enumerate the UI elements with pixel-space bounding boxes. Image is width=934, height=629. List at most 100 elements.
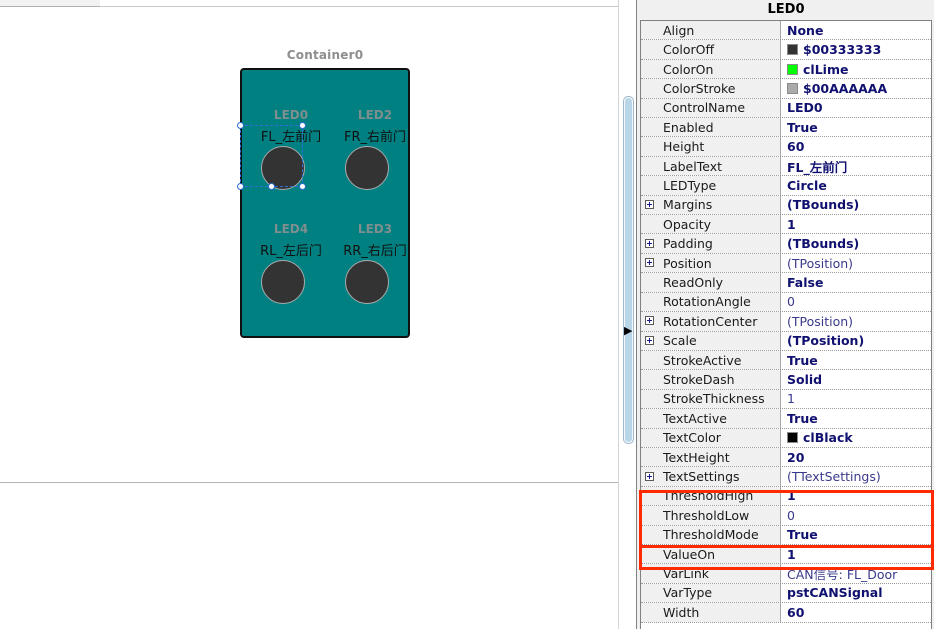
property-value-cell[interactable]: (TPosition) bbox=[781, 312, 931, 331]
property-row-coloron[interactable]: ColorOn clLime bbox=[641, 59, 931, 80]
property-value-cell[interactable]: 60 bbox=[781, 137, 931, 156]
property-value-cell[interactable]: 1 bbox=[781, 389, 931, 409]
property-value-cell[interactable]: clBlack bbox=[781, 428, 931, 447]
property-row-thresholdlow[interactable]: ThresholdLow 0 bbox=[641, 506, 931, 526]
expand-plus-icon[interactable] bbox=[645, 471, 654, 481]
property-name-label: TextSettings bbox=[663, 469, 740, 485]
led4-bulb-icon[interactable] bbox=[261, 260, 305, 304]
property-row-valueon[interactable]: ValueOn 1 bbox=[641, 544, 931, 565]
collapse-arrow-icon[interactable]: ▶ bbox=[624, 325, 632, 336]
property-row-colorstroke[interactable]: ColorStroke $00AAAAAA bbox=[641, 79, 931, 99]
property-row-labeltext[interactable]: LabelText FL_左前门 bbox=[641, 156, 931, 177]
property-name-label: ColorOff bbox=[663, 42, 715, 58]
property-value-label: clLime bbox=[803, 61, 849, 77]
property-value-cell[interactable]: LED0 bbox=[781, 98, 931, 118]
property-row-thresholdhigh[interactable]: ThresholdHigh 1 bbox=[641, 486, 931, 507]
property-row-align[interactable]: Align None bbox=[641, 21, 931, 41]
property-row-rotationcenter[interactable]: RotationCenter (TPosition) bbox=[641, 312, 931, 332]
property-row-controlname[interactable]: ControlName LED0 bbox=[641, 98, 931, 119]
property-row-textcolor[interactable]: TextColor clBlack bbox=[641, 428, 931, 448]
property-value-cell[interactable]: True bbox=[781, 525, 931, 544]
property-name-cell: TextHeight bbox=[641, 447, 781, 467]
property-value-cell[interactable]: True bbox=[781, 350, 931, 370]
property-row-coloroff[interactable]: ColorOff $00333333 bbox=[641, 40, 931, 60]
property-value-cell[interactable]: CAN信号: FL_Door bbox=[781, 564, 931, 583]
property-row-varlink[interactable]: VarLink CAN信号: FL_Door bbox=[641, 564, 931, 584]
property-value-cell[interactable]: 0 bbox=[781, 292, 931, 312]
property-row-padding[interactable]: Padding (TBounds) bbox=[641, 234, 931, 254]
property-row-height[interactable]: Height 60 bbox=[641, 137, 931, 157]
property-value-cell[interactable]: (TTextSettings) bbox=[781, 467, 931, 486]
property-name-label: ThresholdLow bbox=[663, 507, 750, 523]
property-value-cell[interactable]: (TBounds) bbox=[781, 195, 931, 215]
property-value-cell[interactable]: (TPosition) bbox=[781, 331, 931, 350]
property-value-cell[interactable]: True bbox=[781, 118, 931, 137]
property-row-vartype[interactable]: VarType pstCANSignal bbox=[641, 583, 931, 604]
property-row-strokedash[interactable]: StrokeDash Solid bbox=[641, 370, 931, 390]
led3-bulb-icon[interactable] bbox=[345, 260, 389, 304]
property-name-label: Padding bbox=[663, 236, 713, 252]
property-value-cell[interactable]: clLime bbox=[781, 59, 931, 79]
property-value-cell[interactable]: (TPosition) bbox=[781, 253, 931, 273]
expand-plus-icon[interactable] bbox=[645, 316, 654, 326]
property-row-width[interactable]: Width 60 bbox=[641, 603, 931, 623]
property-value-cell[interactable]: FL_左前门 bbox=[781, 156, 931, 176]
property-value-cell[interactable]: (TBounds) bbox=[781, 234, 931, 253]
property-row-strokethickness[interactable]: StrokeThickness 1 bbox=[641, 389, 931, 410]
object-inspector-panel: LED0 Align None ColorOff $00333333 ColorOn cl… bbox=[636, 0, 934, 629]
property-name-cell: ColorStroke bbox=[641, 79, 781, 98]
property-grid[interactable]: Align None ColorOff $00333333 ColorOn clLime C… bbox=[640, 20, 932, 629]
property-row-margins[interactable]: Margins (TBounds) bbox=[641, 195, 931, 216]
property-name-cell: Margins bbox=[641, 195, 781, 215]
property-value-cell[interactable]: 60 bbox=[781, 603, 931, 622]
panel-splitter[interactable]: ▶ bbox=[618, 0, 636, 629]
property-name-label: Opacity bbox=[663, 216, 712, 232]
vertical-scrollbar-thumb[interactable] bbox=[625, 98, 632, 442]
led0-bulb-icon[interactable] bbox=[261, 146, 305, 190]
vertical-scrollbar-track[interactable] bbox=[623, 96, 634, 444]
design-canvas[interactable]: Container0 LED0 FL_左前门 LED2 FR_右前门 LED4 … bbox=[0, 0, 618, 629]
property-value-cell[interactable]: pstCANSignal bbox=[781, 583, 931, 603]
property-value-cell[interactable]: 20 bbox=[781, 447, 931, 467]
property-value-cell[interactable]: $00333333 bbox=[781, 40, 931, 59]
property-row-rotationangle[interactable]: RotationAngle 0 bbox=[641, 292, 931, 313]
expand-plus-icon[interactable] bbox=[645, 199, 654, 209]
property-value-label: True bbox=[787, 527, 818, 543]
expand-plus-icon[interactable] bbox=[645, 335, 654, 345]
expand-plus-icon[interactable] bbox=[645, 258, 654, 268]
property-row-thresholdmode[interactable]: ThresholdMode True bbox=[641, 525, 931, 545]
property-value-cell[interactable]: True bbox=[781, 409, 931, 428]
led2-bulb-icon[interactable] bbox=[345, 146, 389, 190]
property-value-cell[interactable]: Solid bbox=[781, 370, 931, 389]
property-name-cell: LabelText bbox=[641, 156, 781, 176]
container0-widget[interactable]: LED0 FL_左前门 LED2 FR_右前门 LED4 RL_左后门 LED3… bbox=[240, 68, 410, 338]
property-row-strokeactive[interactable]: StrokeActive True bbox=[641, 350, 931, 371]
property-row-enabled[interactable]: Enabled True bbox=[641, 118, 931, 138]
property-name-label: TextHeight bbox=[663, 449, 730, 465]
property-name-cell: RotationCenter bbox=[641, 312, 781, 331]
property-row-scale[interactable]: Scale (TPosition) bbox=[641, 331, 931, 351]
property-name-label: TextColor bbox=[663, 430, 721, 446]
property-row-textactive[interactable]: TextActive True bbox=[641, 409, 931, 429]
property-value-cell[interactable]: 0 bbox=[781, 506, 931, 525]
property-row-textheight[interactable]: TextHeight 20 bbox=[641, 447, 931, 468]
property-value-cell[interactable]: 1 bbox=[781, 215, 931, 234]
property-value-cell[interactable]: Circle bbox=[781, 176, 931, 195]
property-row-position[interactable]: Position (TPosition) bbox=[641, 253, 931, 274]
property-name-cell: ThresholdMode bbox=[641, 525, 781, 544]
property-row-textsettings[interactable]: TextSettings (TTextSettings) bbox=[641, 467, 931, 487]
property-row-ledtype[interactable]: LEDType Circle bbox=[641, 176, 931, 196]
property-value-cell[interactable]: 1 bbox=[781, 544, 931, 564]
property-name-label: TextActive bbox=[663, 410, 727, 426]
property-row-readonly[interactable]: ReadOnly False bbox=[641, 273, 931, 293]
property-value-cell[interactable]: False bbox=[781, 273, 931, 292]
property-value-cell[interactable]: None bbox=[781, 21, 931, 40]
property-value-label: pstCANSignal bbox=[787, 585, 883, 601]
property-name-label: ColorOn bbox=[663, 61, 714, 77]
property-value-cell[interactable]: $00AAAAAA bbox=[781, 79, 931, 98]
property-row-opacity[interactable]: Opacity 1 bbox=[641, 215, 931, 235]
property-value-label: Solid bbox=[787, 372, 823, 388]
property-value-cell[interactable]: 1 bbox=[781, 486, 931, 506]
expand-plus-icon[interactable] bbox=[645, 238, 654, 248]
property-name-cell: LEDType bbox=[641, 176, 781, 195]
